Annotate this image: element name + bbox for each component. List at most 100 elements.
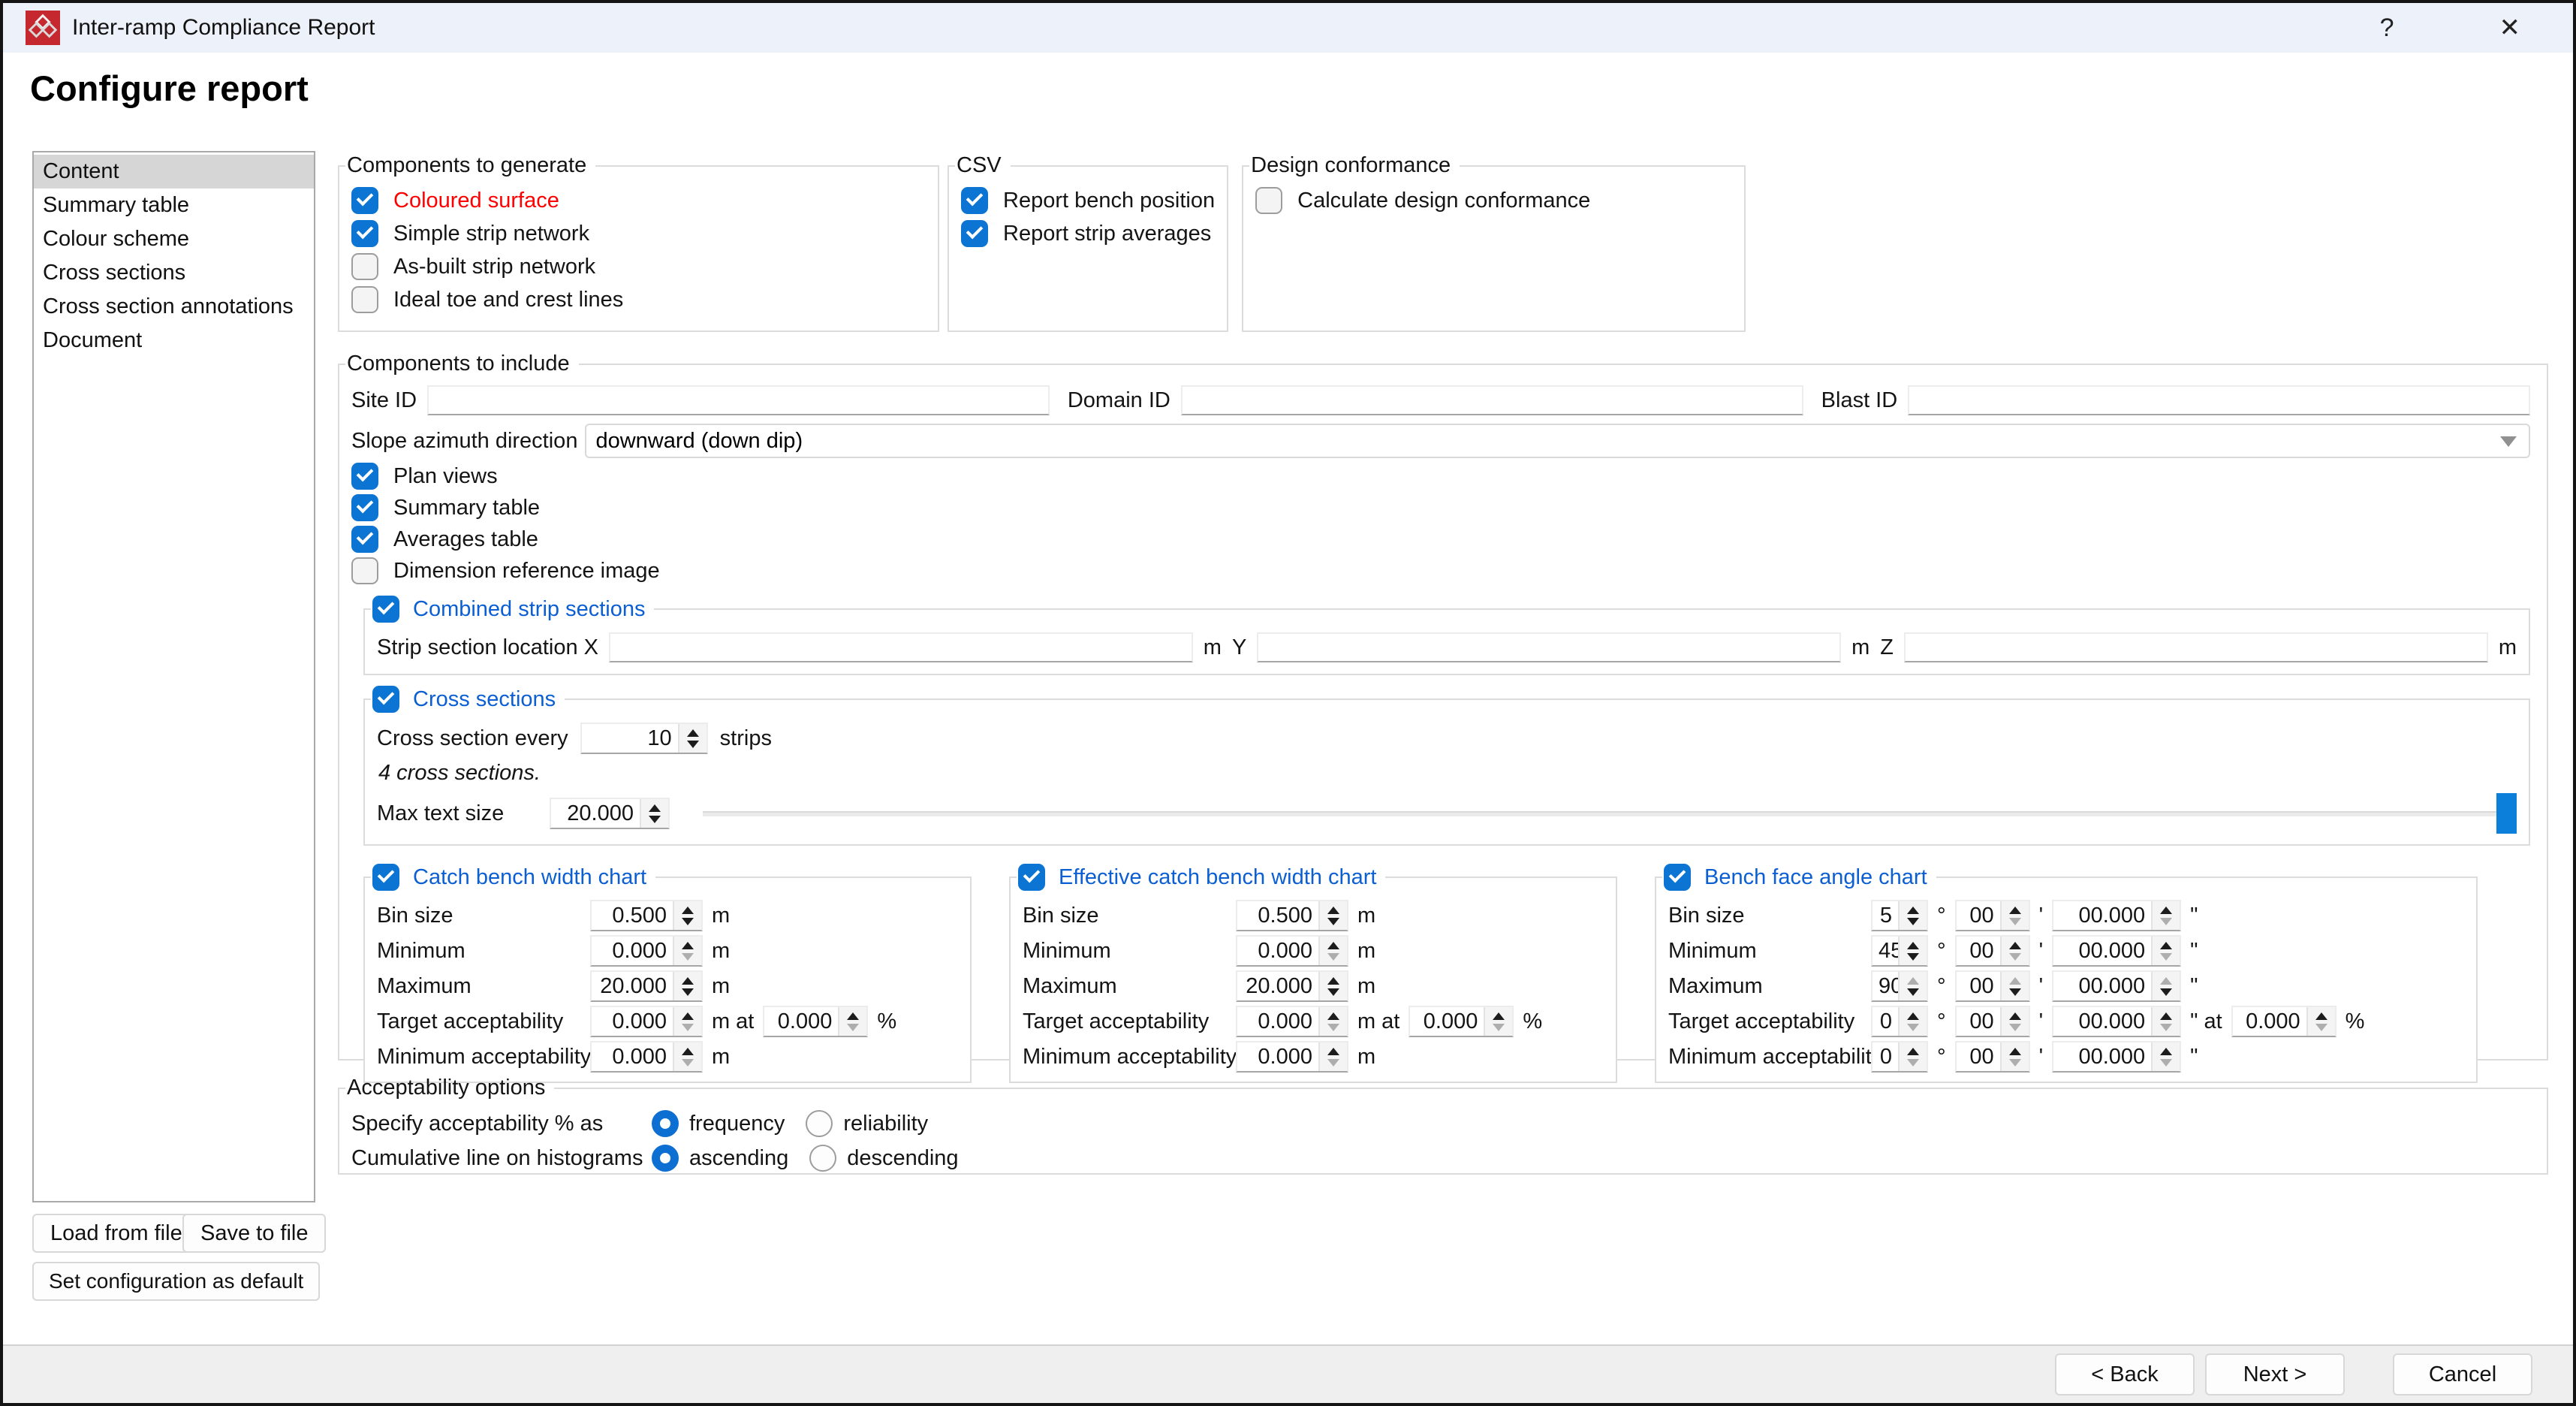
spin-down-button[interactable]: [1907, 918, 1919, 925]
spin-down-button[interactable]: [687, 741, 699, 748]
spin-up-button[interactable]: [2160, 1012, 2172, 1020]
report-bench-position-checkbox[interactable]: [961, 187, 988, 214]
sidebar-item-cross-sections[interactable]: Cross sections: [34, 256, 314, 290]
strip-location-z-input[interactable]: [1904, 632, 2488, 662]
combined-strip-sections-checkbox[interactable]: [372, 596, 399, 623]
averages-table-checkbox[interactable]: [351, 526, 378, 553]
calculate-design-conformance-checkbox[interactable]: [1255, 187, 1282, 214]
spin-up-button[interactable]: [682, 1012, 694, 1020]
spin-down-button[interactable]: [2160, 988, 2172, 996]
spin-down-button[interactable]: [2009, 918, 2021, 925]
target-acceptability-percent-spinner[interactable]: 0.000: [1409, 1006, 1514, 1037]
spin-down-button[interactable]: [1327, 1059, 1339, 1067]
blast-id-input[interactable]: [1908, 385, 2530, 415]
frequency-radio[interactable]: [652, 1110, 679, 1137]
spin-down-button[interactable]: [1907, 1059, 1919, 1067]
spin-down-button[interactable]: [682, 988, 694, 996]
spin-down-button[interactable]: [2009, 953, 2021, 961]
close-button[interactable]: ✕: [2499, 15, 2521, 41]
spin-up-button[interactable]: [2160, 907, 2172, 914]
bin-size-spinner[interactable]: 0.500: [1236, 900, 1348, 931]
spin-down-button[interactable]: [682, 918, 694, 925]
spin-up-button[interactable]: [2160, 1048, 2172, 1055]
site-id-input[interactable]: [427, 385, 1050, 415]
spin-down-button[interactable]: [2315, 1024, 2327, 1031]
maximum-spinner[interactable]: 20.000: [1236, 970, 1348, 1002]
spin-down-button[interactable]: [2160, 1059, 2172, 1067]
minimum-sec-spinner[interactable]: 00.000: [2052, 935, 2181, 967]
spin-up-button[interactable]: [1907, 907, 1919, 914]
spin-up-button[interactable]: [1327, 1048, 1339, 1055]
load-from-file-button[interactable]: Load from file: [32, 1214, 200, 1253]
max-text-size-spinner[interactable]: 20.000: [550, 798, 670, 829]
spin-up-button[interactable]: [1907, 1048, 1919, 1055]
back-button[interactable]: < Back: [2055, 1353, 2195, 1395]
spin-down-button[interactable]: [2160, 953, 2172, 961]
coloured-surface-checkbox[interactable]: [351, 187, 378, 214]
spin-up-button[interactable]: [847, 1012, 859, 1020]
spin-down-button[interactable]: [2009, 1024, 2021, 1031]
reliability-radio[interactable]: [806, 1110, 833, 1137]
save-to-file-button[interactable]: Save to file: [182, 1214, 326, 1253]
minimum-spinner[interactable]: 0.000: [590, 935, 703, 967]
spin-down-button[interactable]: [1907, 1024, 1919, 1031]
target-acceptability-deg-spinner[interactable]: 0: [1871, 1006, 1928, 1037]
minimum-acceptability-spinner[interactable]: 0.000: [590, 1041, 703, 1073]
sidebar-item-document[interactable]: Document: [34, 324, 314, 358]
spin-down-button[interactable]: [649, 816, 661, 823]
descending-radio[interactable]: [809, 1145, 836, 1172]
domain-id-input[interactable]: [1181, 385, 1803, 415]
maximum-sec-spinner[interactable]: 00.000: [2052, 970, 2181, 1002]
minimum-deg-spinner[interactable]: 45: [1871, 935, 1928, 967]
spin-down-button[interactable]: [682, 1024, 694, 1031]
effective-catch-bench-width-chart-checkbox[interactable]: [1018, 864, 1045, 891]
spin-up-button[interactable]: [2160, 977, 2172, 985]
target-acceptability-spinner[interactable]: 0.000: [1236, 1006, 1348, 1037]
spin-down-button[interactable]: [2160, 918, 2172, 925]
bin-size-sec-spinner[interactable]: 00.000: [2052, 900, 2181, 931]
spin-down-button[interactable]: [1327, 988, 1339, 996]
spin-up-button[interactable]: [1493, 1012, 1505, 1020]
minimum-spinner[interactable]: 0.000: [1236, 935, 1348, 967]
minimum-min-spinner[interactable]: 00: [1955, 935, 2030, 967]
spin-up-button[interactable]: [2009, 977, 2021, 985]
spin-down-button[interactable]: [847, 1024, 859, 1031]
spin-up-button[interactable]: [1327, 977, 1339, 985]
cross-section-every-spinner[interactable]: 10: [580, 723, 708, 754]
max-text-size-slider[interactable]: [703, 792, 2517, 834]
minimum-acceptability-spinner[interactable]: 0.000: [1236, 1041, 1348, 1073]
cross-sections-checkbox[interactable]: [372, 686, 399, 713]
strip-location-x-input[interactable]: [609, 632, 1193, 662]
spin-up-button[interactable]: [682, 977, 694, 985]
spin-up-button[interactable]: [682, 907, 694, 914]
minimum-acceptability-deg-spinner[interactable]: 0: [1871, 1041, 1928, 1073]
bin-size-spinner[interactable]: 0.500: [590, 900, 703, 931]
summary-table-checkbox[interactable]: [351, 494, 378, 521]
next-button[interactable]: Next >: [2205, 1353, 2345, 1395]
bin-size-min-spinner[interactable]: 00: [1955, 900, 2030, 931]
slope-azimuth-select[interactable]: downward (down dip): [585, 424, 2530, 458]
sidebar-item-colour-scheme[interactable]: Colour scheme: [34, 222, 314, 256]
spin-down-button[interactable]: [2009, 988, 2021, 996]
bin-size-deg-spinner[interactable]: 5: [1871, 900, 1928, 931]
spin-up-button[interactable]: [2009, 907, 2021, 914]
target-acceptability-percent-spinner[interactable]: 0.000: [2231, 1006, 2336, 1037]
maximum-deg-spinner[interactable]: 90: [1871, 970, 1928, 1002]
spin-up-button[interactable]: [1907, 977, 1919, 985]
as-built-strip-network-checkbox[interactable]: [351, 253, 378, 280]
report-strip-averages-checkbox[interactable]: [961, 220, 988, 247]
spin-down-button[interactable]: [1493, 1024, 1505, 1031]
spin-down-button[interactable]: [682, 953, 694, 961]
target-acceptability-percent-spinner[interactable]: 0.000: [763, 1006, 868, 1037]
spin-up-button[interactable]: [2160, 942, 2172, 949]
spin-up-button[interactable]: [682, 1048, 694, 1055]
spin-down-button[interactable]: [1327, 953, 1339, 961]
spin-down-button[interactable]: [1907, 953, 1919, 961]
simple-strip-network-checkbox[interactable]: [351, 220, 378, 247]
slider-track[interactable]: [703, 811, 2517, 816]
strip-location-y-input[interactable]: [1257, 632, 1841, 662]
spin-up-button[interactable]: [2009, 1012, 2021, 1020]
spin-down-button[interactable]: [2160, 1024, 2172, 1031]
spin-up-button[interactable]: [1327, 1012, 1339, 1020]
spin-down-button[interactable]: [1327, 918, 1339, 925]
